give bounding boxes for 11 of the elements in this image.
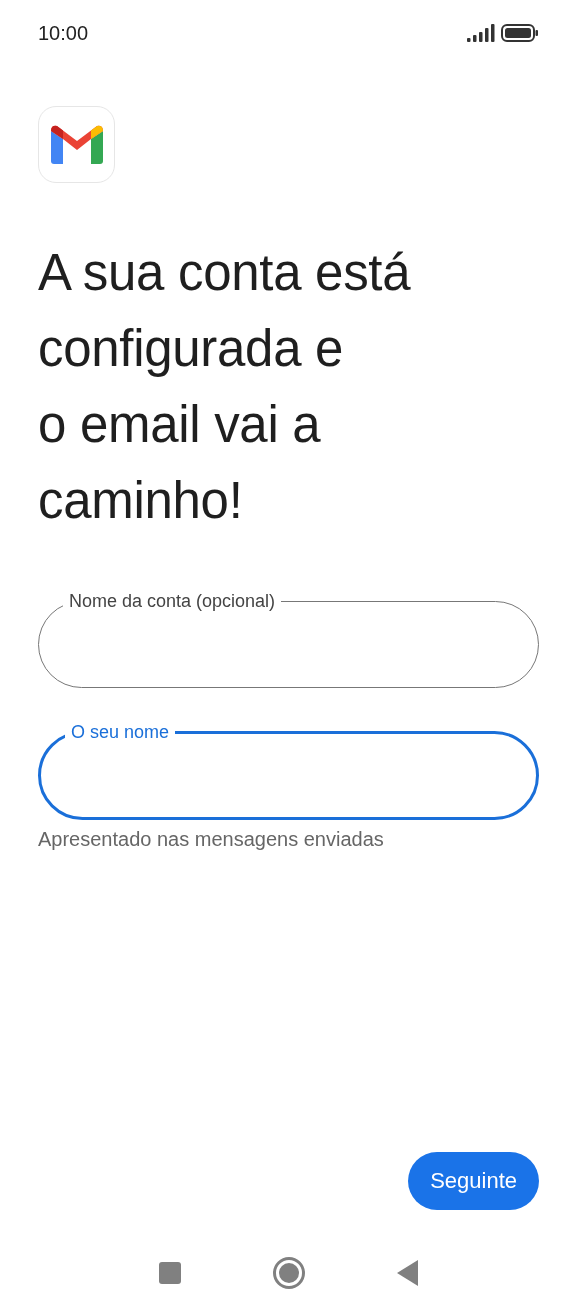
signal-icon (467, 24, 495, 42)
next-button[interactable]: Seguinte (408, 1152, 539, 1210)
helper-text: Apresentado nas mensagens enviadas (38, 828, 385, 851)
page-title: A sua conta está configurada e o email vai a caminho! (38, 243, 412, 531)
input-field[interactable]: O seu nome (38, 722, 539, 820)
status-time: 10:00 (38, 21, 89, 45)
square-nav-icon[interactable] (157, 1261, 182, 1285)
back-triangle-icon[interactable] (395, 1259, 420, 1287)
home-circle-icon[interactable] (271, 1256, 306, 1290)
battery-icon (501, 24, 539, 42)
envelope-m-icon (50, 124, 103, 165)
